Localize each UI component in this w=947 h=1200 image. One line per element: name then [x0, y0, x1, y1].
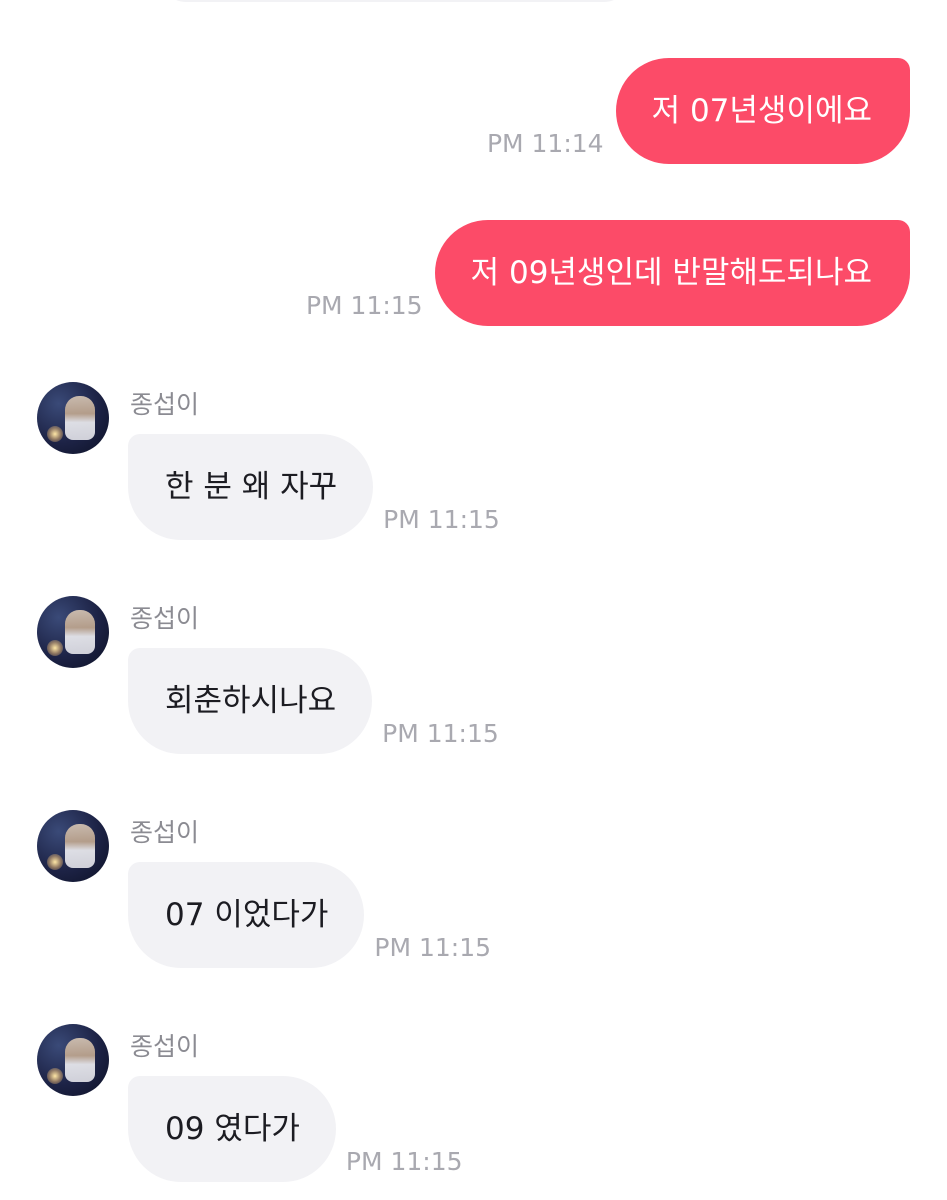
incoming-message-row: 종섭이 회춘하시나요 PM 11:15: [37, 596, 737, 766]
message-timestamp: PM 11:15: [374, 933, 492, 962]
avatar[interactable]: [37, 810, 109, 882]
message-timestamp: PM 11:14: [486, 129, 604, 158]
message-timestamp: PM 11:15: [382, 719, 499, 748]
outgoing-message-row: PM 11:14 저 07년생이에요: [487, 58, 910, 164]
incoming-message-bubble[interactable]: 한 분 왜 자꾸: [128, 434, 374, 540]
incoming-message-row: 종섭이 09 였다가 PM 11:15: [37, 1024, 737, 1194]
sender-name: 종섭이: [130, 1032, 200, 1061]
avatar-figure: [65, 824, 95, 868]
outgoing-message-bubble[interactable]: 저 07년생이에요: [615, 58, 910, 164]
previous-message-bubble: [160, 0, 630, 2]
avatar[interactable]: [37, 382, 109, 454]
message-text: 저 09년생인데 반말해도되나요: [470, 254, 872, 291]
incoming-bubble-wrap: 09 였다가 PM 11:15: [128, 1076, 463, 1182]
incoming-message-bubble[interactable]: 회춘하시나요: [128, 648, 373, 754]
message-text: 07 이었다가: [165, 896, 329, 933]
avatar-light: [47, 1068, 63, 1084]
outgoing-message-bubble[interactable]: 저 09년생인데 반말해도되나요: [434, 220, 910, 326]
message-timestamp: PM 11:15: [305, 291, 423, 320]
message-text: 저 07년생이에요: [651, 92, 872, 129]
avatar-light: [47, 426, 63, 442]
avatar-figure: [65, 1038, 95, 1082]
incoming-message-bubble[interactable]: 09 였다가: [128, 1076, 336, 1182]
sender-name: 종섭이: [130, 604, 200, 633]
avatar[interactable]: [37, 1024, 109, 1096]
incoming-bubble-wrap: 회춘하시나요 PM 11:15: [128, 648, 499, 754]
avatar-light: [47, 640, 63, 656]
incoming-message-row: 종섭이 한 분 왜 자꾸 PM 11:15: [37, 382, 737, 552]
incoming-message-bubble[interactable]: 07 이었다가: [128, 862, 365, 968]
avatar-figure: [65, 610, 95, 654]
message-timestamp: PM 11:15: [383, 505, 500, 534]
message-timestamp: PM 11:15: [345, 1147, 463, 1176]
message-text: 09 였다가: [165, 1110, 300, 1147]
message-text: 회춘하시나요: [165, 682, 337, 719]
message-text: 한 분 왜 자꾸: [165, 468, 338, 505]
avatar-figure: [65, 396, 95, 440]
incoming-message-row: 종섭이 07 이었다가 PM 11:15: [37, 810, 737, 980]
outgoing-message-row: PM 11:15 저 09년생인데 반말해도되나요: [306, 220, 910, 326]
avatar-light: [47, 854, 63, 870]
incoming-bubble-wrap: 한 분 왜 자꾸 PM 11:15: [128, 434, 500, 540]
avatar[interactable]: [37, 596, 109, 668]
sender-name: 종섭이: [130, 390, 200, 419]
sender-name: 종섭이: [130, 818, 200, 847]
incoming-bubble-wrap: 07 이었다가 PM 11:15: [128, 862, 491, 968]
